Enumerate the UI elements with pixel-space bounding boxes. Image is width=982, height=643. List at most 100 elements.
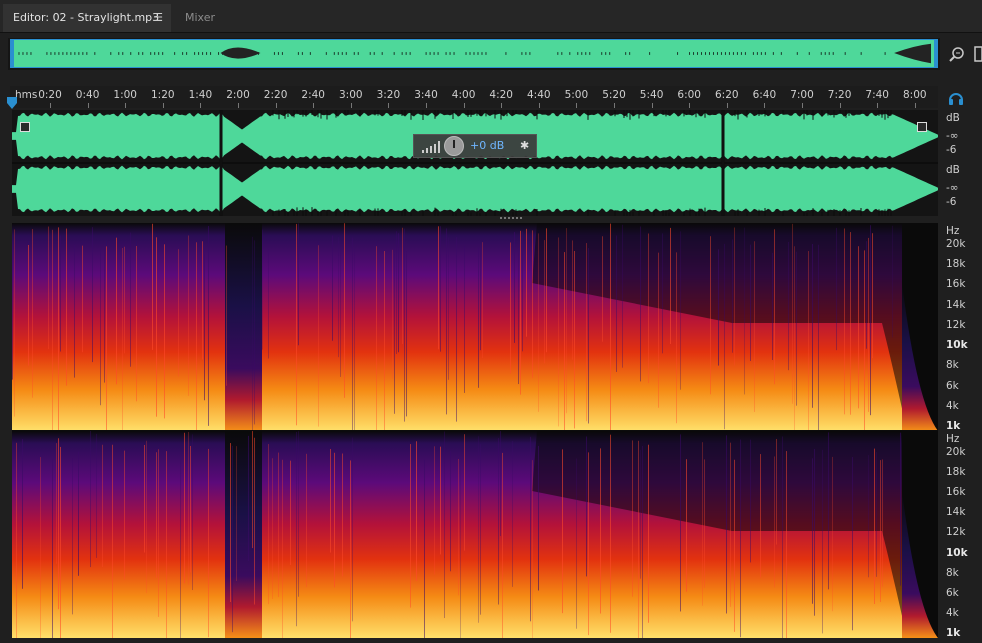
gain-value[interactable]: +0 dB xyxy=(470,139,504,152)
spectral-streak xyxy=(538,445,539,591)
tab-mixer[interactable]: Mixer xyxy=(175,4,235,32)
spectral-streak xyxy=(146,440,147,594)
spectral-streak xyxy=(28,244,29,366)
spectral-streak xyxy=(144,444,145,553)
spectral-streak xyxy=(404,228,405,422)
spectral-streak xyxy=(306,453,307,588)
hz-tick-label: 12k xyxy=(946,526,966,539)
headphones-icon[interactable] xyxy=(948,90,964,106)
spectral-streak xyxy=(874,448,875,604)
spectral-streak xyxy=(384,251,385,431)
spectral-hz-scale-1: Hz 20k 18k 16k 14k 12k 10k 8k 6k 4k 1k xyxy=(940,223,982,432)
spectral-streak xyxy=(808,251,809,431)
ruler-tick xyxy=(839,103,841,108)
ruler-tick xyxy=(689,103,691,108)
spectral-streak xyxy=(588,452,589,636)
spectral-streak xyxy=(680,434,681,612)
spectral-streak xyxy=(532,230,533,378)
spectral-streak xyxy=(268,444,269,605)
ruler-label: 7:40 xyxy=(865,89,889,101)
spectral-streak xyxy=(254,437,255,605)
spectral-streak xyxy=(298,223,299,346)
ruler-tick xyxy=(125,103,127,108)
fade-out-handle[interactable] xyxy=(917,122,927,132)
time-ruler[interactable]: hms 0:20 0:40 1:00 1:20 1:40 2:00 2:20 2:40 3:00… xyxy=(10,86,938,108)
waveform-display[interactable] xyxy=(12,109,938,217)
hz-tick-label: 18k xyxy=(946,466,966,479)
hz-tick-label: 20k xyxy=(946,238,966,250)
volume-hud[interactable]: +0 dB ✱ xyxy=(413,134,537,158)
waveform-channels[interactable] xyxy=(12,109,938,217)
spectral-streak xyxy=(190,445,191,573)
spectral-streak xyxy=(226,245,227,386)
spectral-streak xyxy=(424,459,425,638)
panel-menu-icon[interactable]: ☰ xyxy=(153,4,163,32)
splitter-handle[interactable] xyxy=(500,216,524,220)
hz-tick-label: 1k xyxy=(946,627,961,639)
spectral-streak xyxy=(410,444,411,608)
spectral-streak xyxy=(732,239,733,353)
spectral-streak xyxy=(104,248,105,383)
spectral-streak xyxy=(434,446,435,575)
overview-waveform[interactable] xyxy=(10,39,938,68)
spectral-streak xyxy=(900,432,901,586)
ruler-label: 7:00 xyxy=(790,89,814,101)
spectral-streak xyxy=(648,233,649,384)
ruler-label: 1:00 xyxy=(113,89,137,101)
ruler-tick xyxy=(200,103,202,108)
spectral-streak xyxy=(518,247,519,385)
spectral-display-channel-2[interactable] xyxy=(12,431,938,638)
ruler-label: 8:00 xyxy=(903,89,927,101)
playhead-marker[interactable] xyxy=(7,97,17,109)
overview-panel[interactable] xyxy=(8,38,940,70)
spectral-streak xyxy=(760,454,761,578)
spectral-streak xyxy=(658,252,659,408)
hz-tick-label: 16k xyxy=(946,486,966,499)
spectral-streak xyxy=(416,441,417,581)
spectral-streak xyxy=(464,246,465,393)
spectral-streak xyxy=(342,453,343,577)
ruler-tick xyxy=(877,103,879,108)
ruler-label: 2:40 xyxy=(301,89,325,101)
spectral-streak xyxy=(818,244,819,431)
fade-in-handle[interactable] xyxy=(20,122,30,132)
spectral-streak xyxy=(718,249,719,366)
volume-knob[interactable] xyxy=(444,136,464,156)
spectral-streak xyxy=(648,444,649,623)
ruler-tick xyxy=(726,103,728,108)
pin-icon[interactable]: ✱ xyxy=(520,139,529,152)
spectral-streak xyxy=(812,243,813,408)
spectral-streak xyxy=(640,449,641,579)
spectral-streak xyxy=(268,249,269,359)
tab-editor[interactable]: Editor: 02 - Straylight.mp3 ☰ xyxy=(3,4,171,32)
db-neg-inf: -∞ xyxy=(946,130,959,142)
spectral-streak xyxy=(298,431,299,597)
spectral-streak xyxy=(586,243,587,422)
tab-bar: Editor: 02 - Straylight.mp3 ☰ Mixer xyxy=(0,0,982,33)
zoom-icon[interactable] xyxy=(948,45,966,63)
spectral-streak xyxy=(208,226,209,426)
spectral-streak xyxy=(600,448,601,614)
panel-icon[interactable] xyxy=(974,46,982,62)
spectral-streak xyxy=(450,450,451,572)
spectral-streak xyxy=(188,432,189,585)
ruler-tick xyxy=(614,103,615,108)
ruler-label: 5:40 xyxy=(639,89,664,101)
hz-tick-label: 12k xyxy=(946,318,966,331)
spectral-streak xyxy=(90,431,91,568)
spectral-streak xyxy=(796,251,797,406)
ruler-tick xyxy=(651,103,653,108)
spectral-streak xyxy=(164,244,165,419)
spectral-streak xyxy=(832,456,833,612)
spectral-streak xyxy=(396,231,397,354)
spectral-streak xyxy=(478,436,479,623)
hz-tick-label: 16k xyxy=(946,278,966,291)
spectral-streak xyxy=(32,229,33,398)
spectral-display-channel-1[interactable] xyxy=(12,223,938,431)
spectral-streak xyxy=(204,245,205,401)
spectral-streak xyxy=(502,452,503,638)
spectral-streak xyxy=(670,227,671,344)
spectral-streak xyxy=(464,434,465,551)
spectral-hz-scale-2: Hz 20k 18k 16k 14k 12k 10k 8k 6k 4k 1k xyxy=(940,431,982,639)
hz-unit-label: Hz xyxy=(946,225,960,237)
